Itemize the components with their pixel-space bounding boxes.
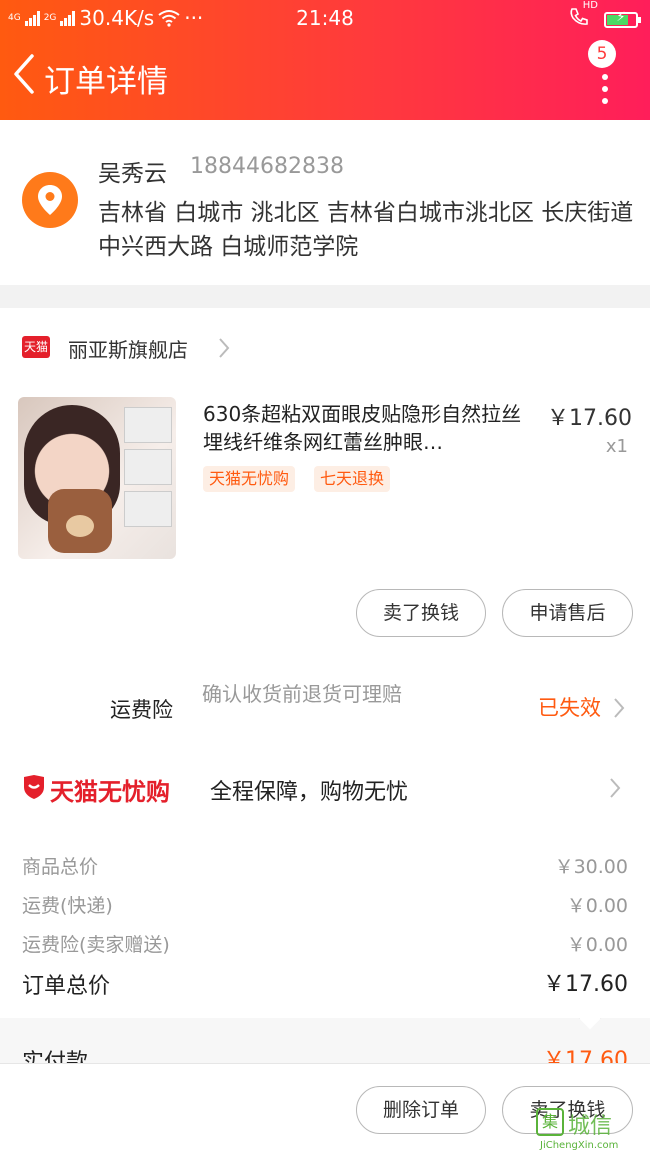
page-title: 订单详情	[44, 64, 168, 100]
shipping-insurance-row[interactable]: 运费险 确认收货前退货可理赔 已失效	[0, 660, 650, 750]
charging-icon: ⚡	[616, 9, 626, 25]
tmall-logo: 天猫	[22, 336, 50, 358]
product-photo-detail	[124, 449, 172, 485]
delivery-address[interactable]: 吴秀云 18844682838 吉林省 白城市 洮北区 吉林省白城市洮北区 长庆…	[0, 120, 650, 285]
battery-icon: ⚡	[604, 9, 641, 28]
after-sale-button[interactable]: 申请售后	[502, 589, 633, 637]
chevron-right-icon	[614, 698, 625, 718]
watermark-url: JiChengXin.com	[540, 1140, 619, 1151]
shipping-insurance-status: 已失效	[538, 696, 601, 720]
product-quantity: x1	[605, 436, 628, 457]
chevron-right-icon	[610, 778, 621, 798]
watermark-box: 集	[536, 1108, 564, 1136]
price-row-label: 运费(快递)	[22, 895, 113, 917]
worry-free-description: 全程保障，购物无忧	[210, 780, 409, 805]
more-menu-button[interactable]: 5	[584, 40, 628, 104]
chevron-right-icon[interactable]	[217, 336, 231, 360]
product-photo-detail	[124, 407, 172, 443]
location-pin-icon	[22, 172, 78, 228]
shipping-insurance-description: 确认收货前退货可理赔	[202, 682, 402, 706]
product-photo-case	[48, 489, 112, 553]
product-photo-detail	[124, 491, 172, 527]
hd-label: HD	[582, 0, 598, 11]
delete-order-button[interactable]: 删除订单	[356, 1086, 486, 1134]
status-right: HD ⚡	[568, 0, 641, 33]
recipient-name: 吴秀云	[98, 161, 167, 187]
recipient-phone: 18844682838	[190, 154, 344, 179]
shield-icon	[24, 775, 44, 799]
product-title[interactable]: 630条超粘双面眼皮贴隐形自然拉丝埋线纤维条网红蕾丝肿眼…	[203, 400, 528, 456]
price-row-label: 商品总价	[22, 856, 99, 878]
sell-for-cash-button[interactable]: 卖了换钱	[356, 589, 486, 637]
more-icon	[602, 74, 608, 110]
product-image[interactable]	[18, 397, 176, 559]
order-total-label: 订单总价	[22, 974, 111, 999]
store-name[interactable]: 丽亚斯旗舰店	[68, 334, 188, 363]
product-price: ￥17.60	[547, 406, 632, 431]
status-bar: 4G 2G 30.4K/s ··· 21:48 HD ⚡	[0, 0, 650, 36]
back-arrow-icon	[14, 54, 34, 94]
price-row-value: ￥0.00	[566, 895, 628, 917]
price-row-label: 运费险(卖家赠送)	[22, 934, 170, 956]
notification-badge: 5	[588, 40, 616, 68]
price-row-value: ￥30.00	[554, 856, 628, 878]
app-header: 4G 2G 30.4K/s ··· 21:48 HD ⚡ 订单详情 5	[0, 0, 650, 120]
divider-notch	[578, 1018, 602, 1030]
tag-seven-day-return: 七天退换	[314, 466, 391, 492]
order-item-section: 天猫 丽亚斯旗舰店 630条超粘双面眼皮贴隐形自然拉丝埋线纤维条网红蕾丝肿眼… …	[0, 308, 650, 716]
call-icon: HD	[568, 0, 598, 33]
shipping-insurance-label: 运费险	[110, 698, 173, 722]
status-time: 21:48	[296, 6, 354, 30]
worry-free-brand: 天猫无忧购	[50, 778, 170, 806]
order-total-value: ￥17.60	[543, 972, 628, 997]
watermark-text: 城信	[568, 1114, 613, 1139]
watermark-logo: 集 城信 JiChengXin.com	[534, 1106, 650, 1155]
price-summary: 商品总价 ￥30.00 运费(快递) ￥0.00 运费险(卖家赠送) ￥0.00…	[0, 828, 650, 1018]
price-row-value: ￥0.00	[566, 934, 628, 956]
worry-free-row[interactable]: 天猫无忧购 全程保障，购物无忧	[0, 750, 650, 828]
address-text: 吉林省 白城市 洮北区 吉林省白城市洮北区 长庆街道 中兴西大路 白城师范学院	[98, 200, 634, 260]
tag-worry-free: 天猫无忧购	[203, 466, 296, 492]
